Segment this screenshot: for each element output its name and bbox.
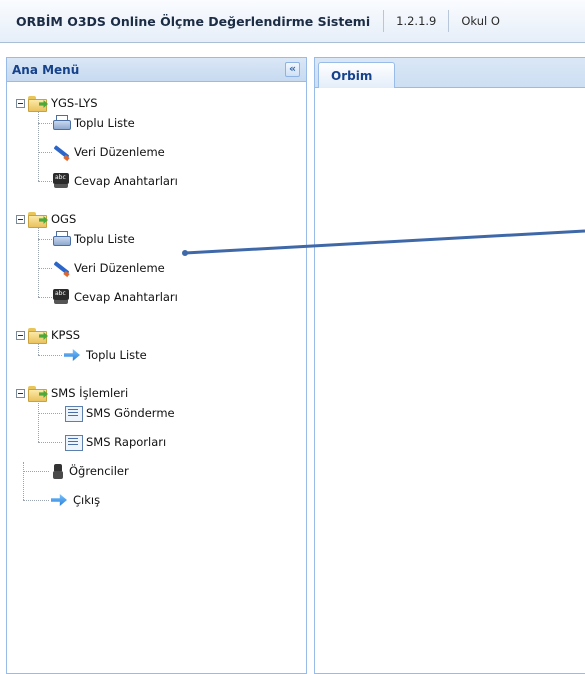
app-title: ORBİM O3DS Online Ölçme Değerlendirme Si… bbox=[16, 13, 371, 29]
tab-strip: Orbim bbox=[315, 58, 585, 88]
collapse-toggle-icon[interactable] bbox=[16, 388, 25, 398]
content-panel: Orbim bbox=[314, 57, 585, 674]
pencil-icon bbox=[52, 144, 70, 160]
tree-group-ygs-lys[interactable]: YGS-LYS bbox=[16, 92, 98, 114]
folder-icon bbox=[28, 386, 48, 402]
tree-item-label: Cevap Anahtarları bbox=[74, 174, 178, 188]
collapse-toggle-icon[interactable] bbox=[16, 98, 25, 108]
tree-item-kpss-toplu-liste[interactable]: Toplu Liste bbox=[64, 344, 147, 366]
tree-group-kpss[interactable]: KPSS bbox=[16, 324, 80, 346]
school-label: Okul O bbox=[461, 14, 500, 28]
printer-icon bbox=[52, 115, 71, 131]
tree-item-label: Çıkış bbox=[73, 493, 101, 507]
exit-arrow-icon bbox=[51, 494, 69, 506]
tree-group-sms-islemleri[interactable]: SMS İşlemleri bbox=[16, 382, 128, 404]
main-menu-header: Ana Menü « bbox=[7, 58, 306, 82]
pencil-icon bbox=[52, 260, 70, 276]
collapse-panel-button[interactable]: « bbox=[285, 62, 300, 77]
tree-item-ygs-cevap-anahtarlari[interactable]: abc Cevap Anahtarları bbox=[52, 170, 178, 192]
tree-item-label: Toplu Liste bbox=[86, 348, 147, 362]
sms-form-icon bbox=[64, 435, 83, 451]
tree-item-sms-gonderme[interactable]: SMS Gönderme bbox=[64, 402, 175, 424]
printer-icon bbox=[52, 231, 71, 247]
tree-item-label: SMS Raporları bbox=[86, 435, 167, 449]
tree-item-label: Toplu Liste bbox=[74, 116, 135, 130]
answer-key-icon: abc bbox=[52, 289, 70, 305]
main-menu-panel: Ana Menü « YGS-LYS Toplu Liste Veri Düze… bbox=[6, 57, 307, 674]
folder-icon bbox=[28, 328, 48, 344]
tree-item-sms-raporlari[interactable]: SMS Raporları bbox=[64, 431, 166, 453]
tree-group-label: OGS bbox=[51, 212, 77, 226]
tree-group-ogs[interactable]: OGS bbox=[16, 208, 76, 230]
version-label: 1.2.1.9 bbox=[396, 14, 437, 28]
tree-item-ogs-toplu-liste[interactable]: Toplu Liste bbox=[52, 228, 135, 250]
tree-item-cikis[interactable]: Çıkış bbox=[51, 489, 100, 511]
answer-key-icon: abc bbox=[52, 173, 70, 189]
tree-connector bbox=[38, 123, 52, 124]
tree-connector bbox=[23, 500, 49, 501]
tree-connector bbox=[23, 471, 49, 472]
tree-connector bbox=[23, 462, 24, 500]
tree-group-label: YGS-LYS bbox=[51, 96, 98, 110]
tree-item-ogs-veri-duzenleme[interactable]: Veri Düzenleme bbox=[52, 257, 165, 279]
folder-icon bbox=[28, 212, 48, 228]
tree-connector bbox=[38, 297, 52, 298]
tree-connector bbox=[38, 355, 62, 356]
student-icon bbox=[51, 463, 65, 479]
tree-connector bbox=[38, 413, 62, 414]
tab-orbim[interactable]: Orbim bbox=[318, 62, 395, 88]
sms-form-icon bbox=[64, 406, 83, 422]
tree-item-label: SMS Gönderme bbox=[86, 406, 175, 420]
tree-connector bbox=[38, 442, 62, 443]
tree-item-label: Öğrenciler bbox=[69, 464, 129, 478]
tree-item-label: Veri Düzenleme bbox=[74, 261, 165, 275]
app-header-bar: ORBİM O3DS Online Ölçme Değerlendirme Si… bbox=[0, 0, 585, 43]
collapse-toggle-icon[interactable] bbox=[16, 330, 25, 340]
tree-item-label: Veri Düzenleme bbox=[74, 145, 165, 159]
tree-connector bbox=[38, 181, 52, 182]
tree-item-ogs-cevap-anahtarlari[interactable]: abc Cevap Anahtarları bbox=[52, 286, 178, 308]
tree-connector bbox=[38, 268, 52, 269]
tree-item-label: Toplu Liste bbox=[74, 232, 135, 246]
tree-connector bbox=[38, 152, 52, 153]
menu-tree: YGS-LYS Toplu Liste Veri Düzenleme abc C… bbox=[7, 82, 306, 672]
tree-item-label: Cevap Anahtarları bbox=[74, 290, 178, 304]
tree-connector bbox=[38, 239, 52, 240]
tree-group-label: SMS İşlemleri bbox=[51, 386, 129, 400]
folder-icon bbox=[28, 96, 48, 112]
tree-item-ygs-toplu-liste[interactable]: Toplu Liste bbox=[52, 112, 135, 134]
main-menu-title: Ana Menü bbox=[12, 62, 80, 77]
collapse-toggle-icon[interactable] bbox=[16, 214, 25, 224]
arrow-right-icon bbox=[64, 349, 82, 361]
tree-item-ygs-veri-duzenleme[interactable]: Veri Düzenleme bbox=[52, 141, 165, 163]
tree-item-ogrenciler[interactable]: Öğrenciler bbox=[51, 460, 129, 482]
tree-group-label: KPSS bbox=[51, 328, 81, 342]
